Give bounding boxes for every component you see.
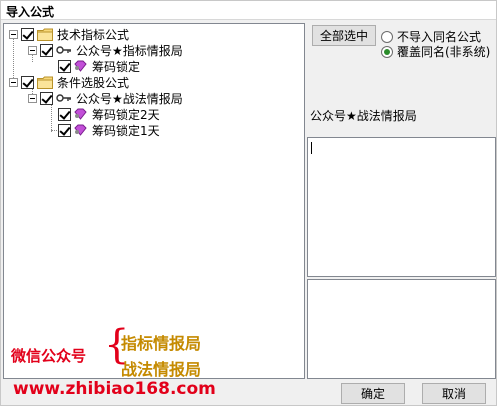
promo-account-1: 指标情报局 [121, 334, 202, 353]
item-checkbox[interactable] [58, 107, 71, 121]
cancel-button[interactable]: 取消 [422, 383, 486, 404]
formula-checkbox[interactable] [40, 43, 53, 57]
tree-item-label: 筹码锁定2天 [92, 107, 160, 122]
item-checkbox[interactable] [58, 59, 71, 73]
tree-connector [13, 38, 14, 78]
tree-formula-label: 公众号★指标情报局 [76, 43, 183, 58]
tree-item[interactable]: 筹码锁定 [58, 58, 140, 74]
tree-item[interactable]: 筹码锁定2天 [58, 106, 160, 122]
ok-button[interactable]: 确定 [341, 383, 405, 404]
text-caret [311, 142, 312, 154]
title-bar: 导入公式 [1, 1, 496, 20]
group-checkbox[interactable] [21, 27, 34, 41]
tree-group-label: 技术指标公式 [57, 27, 130, 42]
promo-url: www.zhibiao168.com [13, 379, 216, 399]
key-icon [56, 46, 71, 54]
formula-name-display: 公众号★战法情报局 [308, 106, 495, 134]
promo-wechat-label: 微信公众号 [11, 347, 87, 365]
collapse-toggle[interactable] [28, 93, 37, 103]
collapse-toggle[interactable] [28, 45, 37, 55]
option-overwrite-same[interactable]: 覆盖同名(非系统) [381, 43, 490, 60]
gem-icon [74, 60, 87, 72]
promo-account-2: 战法情报局 [121, 360, 202, 379]
select-all-button[interactable]: 全部选中 [312, 25, 376, 46]
option-label: 覆盖同名(非系统) [397, 45, 491, 59]
formula-tree[interactable]: 技术指标公式 公众号★指标情报局 筹码锁定 条件选股公式 公众号★战法情报局 筹… [3, 23, 305, 379]
tree-group-screening[interactable]: 条件选股公式 [9, 74, 129, 90]
radio-button-selected[interactable] [381, 45, 393, 58]
item-checkbox[interactable] [58, 123, 71, 137]
tree-item[interactable]: 筹码锁定1天 [58, 122, 160, 138]
formula-name-text: 公众号★战法情报局 [310, 109, 417, 123]
key-icon [56, 94, 71, 102]
formula-description-textarea[interactable] [307, 137, 496, 277]
formula-checkbox[interactable] [40, 91, 53, 105]
tree-connector [51, 102, 52, 132]
formula-params-box[interactable] [307, 279, 496, 379]
gem-icon [74, 124, 87, 136]
tree-formula-label: 公众号★战法情报局 [76, 91, 183, 106]
gem-icon [74, 108, 87, 120]
tree-formula-indicator[interactable]: 公众号★指标情报局 [28, 42, 183, 58]
tree-group-technical[interactable]: 技术指标公式 [9, 26, 129, 42]
tree-formula-tactics[interactable]: 公众号★战法情报局 [28, 90, 183, 106]
radio-button[interactable] [381, 30, 393, 43]
folder-icon [37, 28, 53, 41]
import-formula-dialog: 导入公式 技术指标公式 公众号★指标情报局 筹码锁定 条件选股公式 公众号★战法… [0, 0, 497, 406]
tree-item-label: 筹码锁定 [92, 59, 141, 74]
group-checkbox[interactable] [21, 75, 34, 89]
tree-group-label: 条件选股公式 [57, 75, 130, 90]
dialog-title: 导入公式 [6, 5, 55, 19]
folder-icon [37, 76, 53, 89]
collapse-toggle[interactable] [9, 77, 18, 87]
collapse-toggle[interactable] [9, 29, 18, 39]
tree-item-label: 筹码锁定1天 [92, 123, 160, 138]
